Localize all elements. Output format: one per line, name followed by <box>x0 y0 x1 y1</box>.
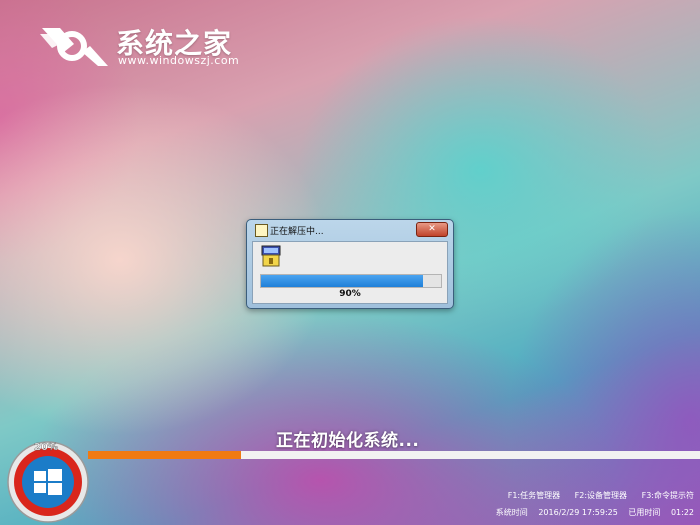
dialog-titlebar[interactable]: 正在解压中... ✕ <box>247 220 453 240</box>
dialog-body: 90% <box>252 241 448 304</box>
windowszj-logo-icon <box>40 28 108 66</box>
elapsed-time-value: 01:22 <box>670 508 694 517</box>
brand-url: www.windowszj.com <box>118 54 240 67</box>
extract-progress-fill <box>261 275 423 287</box>
extract-dialog: 正在解压中... ✕ 90% <box>246 219 454 309</box>
status-text: 正在初始化系统... <box>276 431 420 451</box>
extract-progress-bar <box>260 274 442 288</box>
overall-progress-fill <box>88 451 241 459</box>
progress-badge: 20% <box>7 441 89 523</box>
hotkey-bar: F1:任务管理器 F2:设备管理器 F3:命令提示符 <box>498 490 694 501</box>
overall-percent-label: 20% <box>34 442 58 453</box>
system-time-label: 系统时间 <box>495 508 528 517</box>
hotkey-command-prompt[interactable]: F3:命令提示符 <box>642 491 694 500</box>
dialog-title: 正在解压中... <box>270 227 324 237</box>
system-info: 系统时间 2016/2/29 17:59:25 已用时间 01:22 <box>488 507 694 518</box>
extract-progress-label: 90% <box>339 289 361 299</box>
dialog-title-icon <box>255 224 268 237</box>
elapsed-time-label: 已用时间 <box>628 508 661 517</box>
extractor-app-icon <box>261 245 281 267</box>
close-button[interactable]: ✕ <box>416 222 448 237</box>
hotkey-device-manager[interactable]: F2:设备管理器 <box>575 491 627 500</box>
overall-progress-bar <box>88 451 700 459</box>
hotkey-task-manager[interactable]: F1:任务管理器 <box>508 491 560 500</box>
system-time-value: 2016/2/29 17:59:25 <box>538 508 618 517</box>
